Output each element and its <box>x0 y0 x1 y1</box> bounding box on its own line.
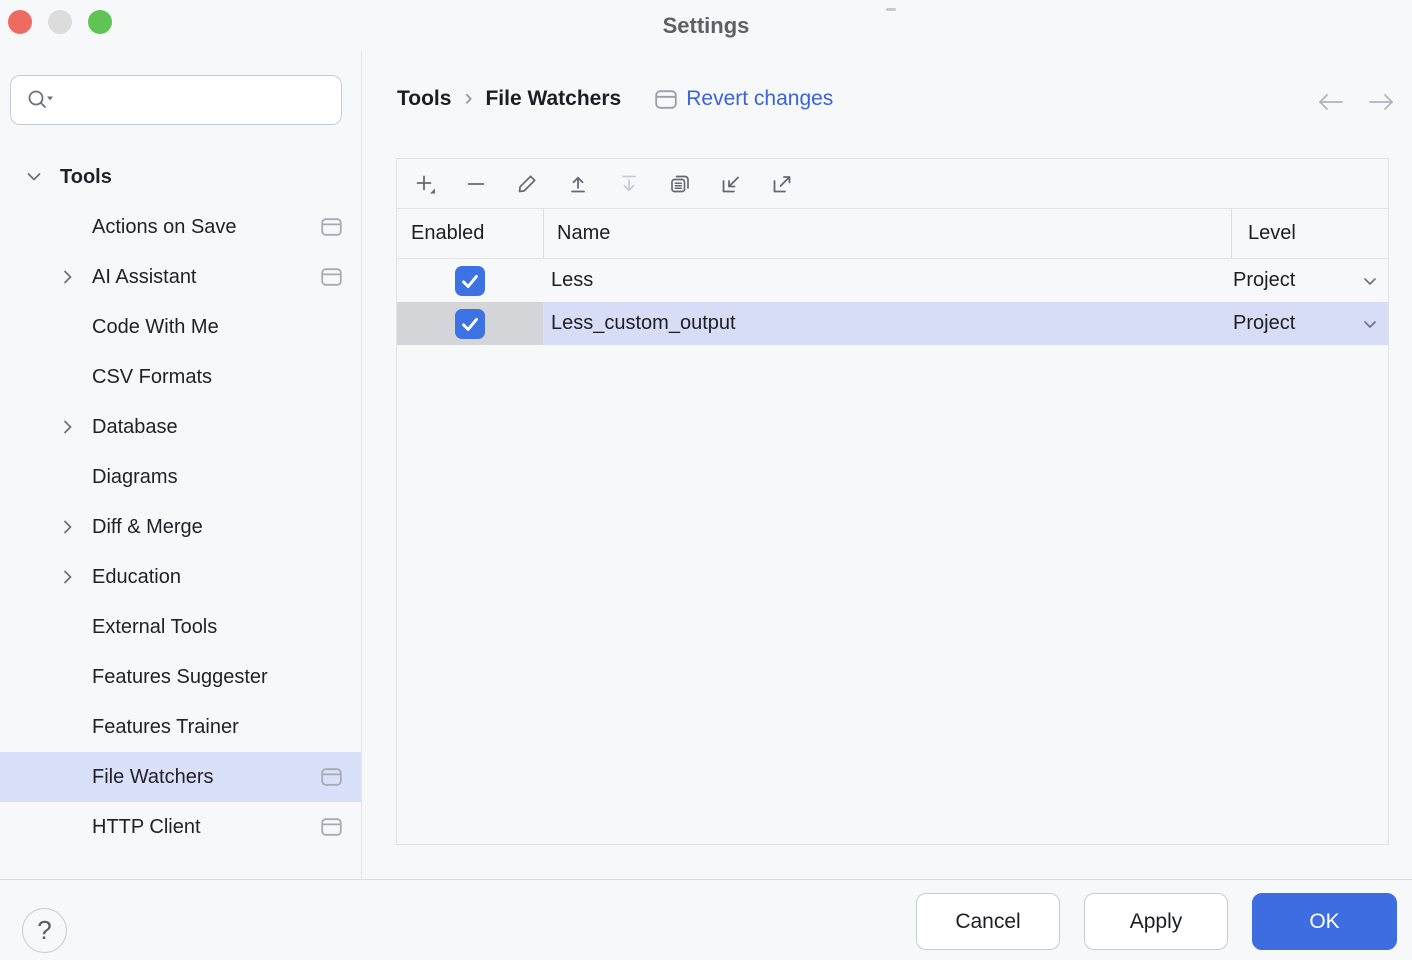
revert-changes-link[interactable]: Revert changes <box>686 87 833 111</box>
sidebar-item-label: AI Assistant <box>92 266 197 289</box>
sidebar-item-tools[interactable]: Tools <box>0 152 361 202</box>
breadcrumb-file-watchers: File Watchers <box>485 87 621 111</box>
sidebar-item-label: Tools <box>60 166 112 189</box>
move-up-button[interactable] <box>566 172 590 196</box>
sidebar-item-label: CSV Formats <box>92 366 212 389</box>
sidebar-item-features-suggester[interactable]: Features Suggester <box>0 652 361 702</box>
chevron-right-icon[interactable] <box>60 519 76 535</box>
move-down-button[interactable] <box>617 172 641 196</box>
table-header: Enabled Name Level <box>397 209 1388 258</box>
sidebar-item-label: File Watchers <box>92 766 214 789</box>
chevron-right-icon[interactable] <box>60 269 76 285</box>
help-button[interactable]: ? <box>22 908 67 953</box>
enabled-cell <box>397 302 543 345</box>
sidebar-item-label: Features Suggester <box>92 666 268 689</box>
checkmark-icon <box>459 270 481 292</box>
ok-button[interactable]: OK <box>1252 893 1397 950</box>
settings-search-field[interactable] <box>10 75 342 125</box>
back-arrow-button[interactable] <box>1316 92 1344 112</box>
file-watchers-panel: Enabled Name Level Less Project <box>396 158 1389 845</box>
edit-watcher-button[interactable] <box>515 172 539 196</box>
search-icon[interactable] <box>26 88 54 112</box>
footer-divider <box>0 879 1412 880</box>
export-watchers-button[interactable] <box>770 172 794 196</box>
sidebar-item-label: Actions on Save <box>92 216 237 239</box>
sidebar-item-label: External Tools <box>92 616 217 639</box>
help-label: ? <box>37 915 51 946</box>
sidebar-item-file-watchers[interactable]: File Watchers <box>0 752 361 802</box>
breadcrumb-separator: › <box>464 84 472 112</box>
level-select[interactable]: Project <box>1231 302 1388 345</box>
enabled-checkbox[interactable] <box>455 309 485 339</box>
forward-arrow-button[interactable] <box>1368 92 1396 112</box>
sidebar-item-label: Features Trainer <box>92 716 239 739</box>
chevron-right-icon[interactable] <box>60 419 76 435</box>
sidebar-item-label: Diff & Merge <box>92 516 203 539</box>
sidebar-item-diagrams[interactable]: Diagrams <box>0 452 361 502</box>
sidebar-item-code-with-me[interactable]: Code With Me <box>0 302 361 352</box>
sidebar-item-http-client[interactable]: HTTP Client <box>0 802 361 852</box>
sidebar-item-actions-on-save[interactable]: Actions on Save <box>0 202 361 252</box>
search-input[interactable] <box>54 89 341 112</box>
level-value: Project <box>1233 269 1295 292</box>
settings-page-icon <box>321 818 342 836</box>
import-watchers-button[interactable] <box>719 172 743 196</box>
duplicate-watcher-button[interactable] <box>668 172 692 196</box>
sidebar-item-features-trainer[interactable]: Features Trainer <box>0 702 361 752</box>
chevron-right-icon[interactable] <box>60 569 76 585</box>
sidebar-item-ai-assistant[interactable]: AI Assistant <box>0 252 361 302</box>
watchers-toolbar <box>397 159 1388 209</box>
settings-sidebar: Tools Actions on Save AI Assistant <box>0 0 361 879</box>
sidebar-item-database[interactable]: Database <box>0 402 361 452</box>
chevron-down-icon <box>1361 272 1379 290</box>
column-header-enabled: Enabled <box>397 209 543 258</box>
sidebar-item-label: Education <box>92 566 181 589</box>
sidebar-item-label: Code With Me <box>92 316 219 339</box>
chevron-down-icon <box>1361 315 1379 333</box>
add-watcher-button[interactable] <box>413 172 437 196</box>
sidebar-item-external-tools[interactable]: External Tools <box>0 602 361 652</box>
level-select[interactable]: Project <box>1231 259 1388 302</box>
watcher-name-cell: Less <box>543 259 1231 302</box>
column-header-level: Level <box>1231 209 1388 258</box>
modified-settings-icon <box>655 90 677 109</box>
sidebar-item-label: Diagrams <box>92 466 178 489</box>
enabled-cell <box>397 259 543 302</box>
sidebar-item-csv-formats[interactable]: CSV Formats <box>0 352 361 402</box>
settings-page-icon <box>321 768 342 786</box>
column-header-name: Name <box>543 209 1231 258</box>
cancel-button[interactable]: Cancel <box>916 893 1060 950</box>
settings-tree: Tools Actions on Save AI Assistant <box>0 152 361 852</box>
chevron-down-icon[interactable] <box>26 169 42 185</box>
breadcrumb-tools[interactable]: Tools <box>397 87 451 111</box>
settings-page-icon <box>321 218 342 236</box>
sidebar-item-diff-merge[interactable]: Diff & Merge <box>0 502 361 552</box>
checkmark-icon <box>459 313 481 335</box>
screen-artifact <box>886 8 896 11</box>
sidebar-item-education[interactable]: Education <box>0 552 361 602</box>
sidebar-item-label: HTTP Client <box>92 816 201 839</box>
watcher-row-less[interactable]: Less Project <box>397 259 1388 302</box>
watcher-name-cell: Less_custom_output <box>543 302 1231 345</box>
sidebar-divider <box>361 50 362 879</box>
remove-watcher-button[interactable] <box>464 172 488 196</box>
breadcrumb: Tools › File Watchers Revert changes <box>397 83 833 115</box>
settings-window: Settings Tools Actions on Save <box>0 0 1412 960</box>
watcher-row-less-custom-output[interactable]: Less_custom_output Project <box>397 302 1388 345</box>
enabled-checkbox[interactable] <box>455 266 485 296</box>
apply-button[interactable]: Apply <box>1084 893 1228 950</box>
level-value: Project <box>1233 312 1295 335</box>
settings-page-icon <box>321 268 342 286</box>
sidebar-item-label: Database <box>92 416 178 439</box>
